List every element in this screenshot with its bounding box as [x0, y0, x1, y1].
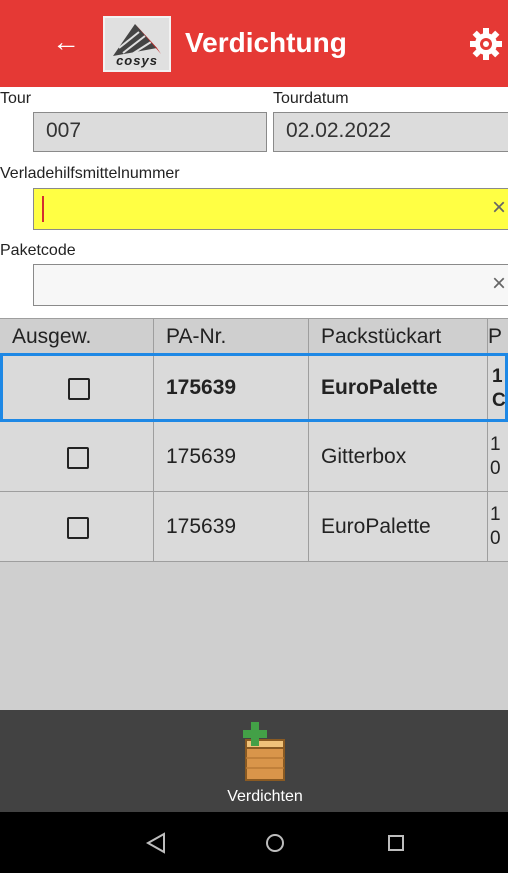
app-bar: ← cosys Verdichtung: [0, 0, 508, 87]
clear-paketcode-icon[interactable]: ×: [492, 267, 506, 301]
page-title: Verdichtung: [185, 27, 347, 58]
gear-icon[interactable]: [468, 26, 504, 62]
p-cell: 1 0: [488, 492, 508, 561]
crate-add-icon: [243, 722, 285, 781]
paketcode-label: Paketcode: [0, 242, 76, 259]
nav-home-icon[interactable]: [255, 826, 295, 860]
p-value-bottom: C: [492, 390, 506, 411]
pa-nr-cell: 175639: [154, 492, 309, 561]
pa-nr-value: 175639: [166, 375, 237, 399]
column-header-ausgew[interactable]: Ausgew.: [0, 319, 154, 355]
row-checkbox[interactable]: [66, 446, 89, 469]
column-header-packstueckart[interactable]: Packstückart: [309, 319, 488, 355]
p-value-bottom: 0: [490, 458, 501, 479]
column-header-p[interactable]: P: [488, 319, 508, 355]
bottom-action-bar: Verdichten: [0, 710, 508, 812]
text-cursor: [42, 196, 44, 222]
row-checkbox[interactable]: [68, 377, 90, 400]
tourdatum-label: Tourdatum: [273, 90, 349, 107]
paketcode-input[interactable]: ×: [33, 264, 508, 306]
tourdatum-field: 02.02.2022: [273, 112, 508, 152]
p-cell: 1 C: [488, 356, 508, 419]
back-arrow-icon[interactable]: ←: [49, 22, 83, 62]
pa-nr-cell: 175639: [154, 356, 309, 419]
logo-text: cosys: [116, 53, 158, 68]
p-value-top: 1: [490, 434, 501, 455]
verladehilfsmittel-label: Verladehilfsmittelnummer: [0, 165, 180, 182]
row-checkbox-cell: [0, 422, 154, 491]
nav-recents-icon[interactable]: [376, 826, 416, 860]
packstueckart-value: EuroPalette: [321, 375, 438, 399]
packstueckart-cell: EuroPalette: [309, 492, 488, 561]
p-value-top: 1: [490, 504, 501, 525]
pa-nr-value: 175639: [166, 444, 237, 468]
table-row[interactable]: 175639 Gitterbox 1 0: [0, 422, 508, 492]
system-nav-bar: [0, 812, 508, 873]
table-row[interactable]: 175639 EuroPalette 1 C: [0, 353, 508, 422]
packstueckart-cell: Gitterbox: [309, 422, 488, 491]
clear-verladehilfsmittel-icon[interactable]: ×: [492, 191, 506, 225]
table-row[interactable]: 175639 EuroPalette 1 0: [0, 492, 508, 562]
packstueckart-value: Gitterbox: [321, 444, 407, 468]
p-cell: 1 0: [488, 422, 508, 491]
row-checkbox-cell: [0, 492, 154, 561]
verdichten-label: Verdichten: [227, 788, 303, 805]
p-value-top: 1: [492, 366, 503, 387]
p-value-bottom: 0: [490, 528, 501, 549]
verdichten-button[interactable]: Verdichten: [210, 716, 320, 812]
pa-nr-value: 175639: [166, 514, 237, 538]
nav-back-icon[interactable]: [136, 826, 176, 860]
verladehilfsmittel-input[interactable]: ×: [33, 188, 508, 230]
app-logo: cosys: [103, 16, 171, 72]
packstueck-table: Ausgew. PA-Nr. Packstückart P 175639 Eur…: [0, 318, 508, 710]
pa-nr-cell: 175639: [154, 422, 309, 491]
row-checkbox[interactable]: [66, 516, 89, 539]
tour-label: Tour: [0, 90, 32, 107]
row-checkbox-cell: [3, 356, 154, 419]
packstueckart-cell: EuroPalette: [309, 356, 488, 419]
table-header: Ausgew. PA-Nr. Packstückart P: [0, 318, 508, 355]
packstueckart-value: EuroPalette: [321, 514, 431, 538]
column-header-pa-nr[interactable]: PA-Nr.: [154, 319, 309, 355]
tour-field: 007: [33, 112, 267, 152]
